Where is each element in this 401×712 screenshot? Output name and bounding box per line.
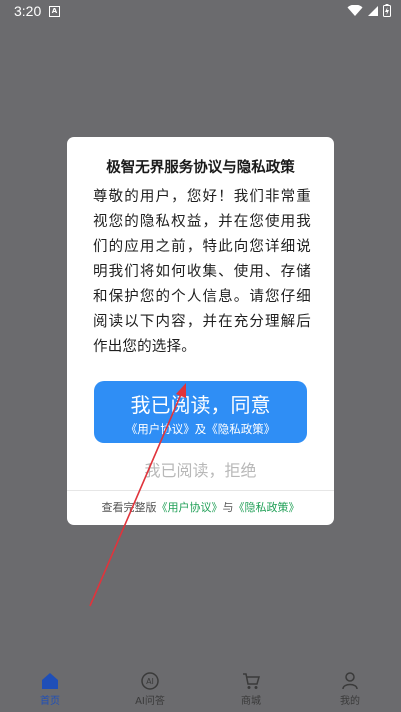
tab-mall[interactable]: 商城 [221,671,281,707]
tab-mall-label: 商城 [241,696,261,707]
svg-text:AI: AI [146,677,154,686]
tab-home[interactable]: 首页 [20,671,80,707]
footer-privacy-policy-link[interactable]: 《隐私政策》 [234,501,300,514]
agree-button-label: 我已阅读，同意 [130,393,271,417]
agree-privacy-policy-link[interactable]: 《隐私政策》 [206,422,275,436]
ai-icon: AI [141,672,159,690]
agree-button-sublabel: 《用户协议》及《隐私政策》 [94,421,307,437]
status-time: 3:20 [14,3,42,19]
footer-user-agreement-link[interactable]: 《用户协议》 [157,501,223,514]
footer-prefix: 查看完整版 [101,501,157,514]
signal-icon [368,5,378,16]
tab-profile-label: 我的 [340,696,360,707]
tab-ai-label: AI问答 [135,696,165,707]
profile-icon [342,672,358,690]
home-icon [42,673,58,689]
tab-home-label: 首页 [40,696,60,707]
agree-button[interactable]: 我已阅读，同意 《用户协议》及《隐私政策》 [94,381,307,443]
dialog-title: 极智无界服务协议与隐私政策 [106,160,295,176]
dialog-body-text: 尊敬的用户，您好！我们非常重视您的隐私权益，并在您使用我们的应用之前，特此向您详… [93,189,311,355]
dialog-divider [67,490,334,491]
wifi-icon [347,4,363,16]
decline-button[interactable]: 我已阅读，拒绝 [67,457,334,481]
status-bar: 3:20 A [0,0,401,24]
agree-user-agreement-link[interactable]: 《用户协议》 [126,422,195,436]
notification-a-icon: A [49,6,60,17]
bottom-tab-bar: 首页 AI AI问答 商城 我的 [0,665,401,712]
cart-icon [243,673,260,689]
tab-profile[interactable]: 我的 [320,671,380,707]
footer-and-text: 与 [222,501,234,514]
privacy-dialog: 极智无界服务协议与隐私政策 尊敬的用户，您好！我们非常重视您的隐私权益，并在您使… [67,137,334,525]
tab-ai[interactable]: AI AI问答 [120,671,180,707]
battery-icon [383,4,391,17]
agree-and-text: 及 [194,422,207,436]
dialog-footer: 查看完整版《用户协议》与《隐私政策》 [67,499,334,515]
status-indicators [347,4,391,17]
